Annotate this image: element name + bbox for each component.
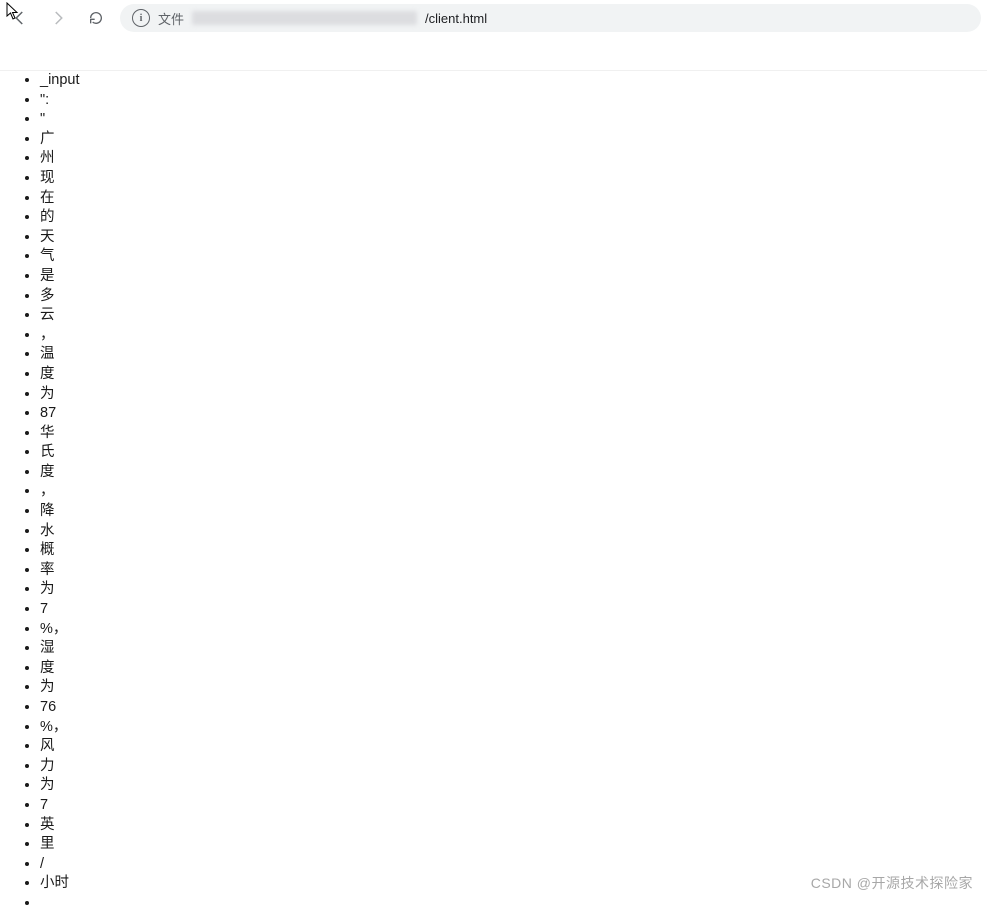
list-item: 为 <box>40 580 987 600</box>
list-item: 英 <box>40 816 987 836</box>
address-bar[interactable]: i 文件 /client.html <box>120 4 981 32</box>
list-item: 降 <box>40 502 987 522</box>
list-item: 7 <box>40 796 987 816</box>
forward-button[interactable] <box>44 4 72 32</box>
list-item: 度 <box>40 463 987 483</box>
list-item: 湿 <box>40 639 987 659</box>
list-item: ": <box>40 91 987 111</box>
list-item: 87 <box>40 404 987 424</box>
list-item <box>40 894 987 905</box>
list-item: 现 <box>40 169 987 189</box>
list-item: ， <box>40 326 987 346</box>
address-prefix: 文件 <box>158 9 184 28</box>
list-item: / <box>40 855 987 875</box>
list-item: 广 <box>40 130 987 150</box>
browser-toolbar: i 文件 /client.html <box>0 0 987 36</box>
list-item: 风 <box>40 737 987 757</box>
browser-tabstrip-gap <box>0 36 987 71</box>
list-item: 氏 <box>40 443 987 463</box>
list-item: ， <box>40 482 987 502</box>
back-button[interactable] <box>6 4 34 32</box>
list-item: %， <box>40 620 987 640</box>
list-item: 是 <box>40 267 987 287</box>
list-item: 里 <box>40 835 987 855</box>
list-item: 州 <box>40 149 987 169</box>
list-item: 76 <box>40 698 987 718</box>
list-item: 多 <box>40 287 987 307</box>
address-hidden-segment <box>192 11 417 25</box>
list-item: 的 <box>40 208 987 228</box>
list-item: 天 <box>40 228 987 248</box>
list-item: 气 <box>40 247 987 267</box>
list-item: 为 <box>40 776 987 796</box>
site-info-icon[interactable]: i <box>132 9 150 27</box>
list-item: 水 <box>40 522 987 542</box>
address-path: /client.html <box>425 11 487 26</box>
list-item: 度 <box>40 659 987 679</box>
page-content: _input ": " 广 州 现 在 的 天 气 是 多 云 ， 温 度 为 … <box>0 71 987 905</box>
list-item: " <box>40 110 987 130</box>
list-item: 率 <box>40 561 987 581</box>
list-item: 概 <box>40 541 987 561</box>
list-item: 温 <box>40 345 987 365</box>
list-item: 为 <box>40 678 987 698</box>
list-item: 云 <box>40 306 987 326</box>
list-item: 小时 <box>40 874 987 894</box>
list-item: 为 <box>40 385 987 405</box>
list-item: 在 <box>40 189 987 209</box>
list-item: _input <box>40 71 987 91</box>
list-item: 度 <box>40 365 987 385</box>
list-item: 7 <box>40 600 987 620</box>
output-list: _input ": " 广 州 现 在 的 天 气 是 多 云 ， 温 度 为 … <box>0 71 987 905</box>
list-item: %， <box>40 718 987 738</box>
list-item: 力 <box>40 757 987 777</box>
reload-button[interactable] <box>82 4 110 32</box>
list-item: 华 <box>40 424 987 444</box>
